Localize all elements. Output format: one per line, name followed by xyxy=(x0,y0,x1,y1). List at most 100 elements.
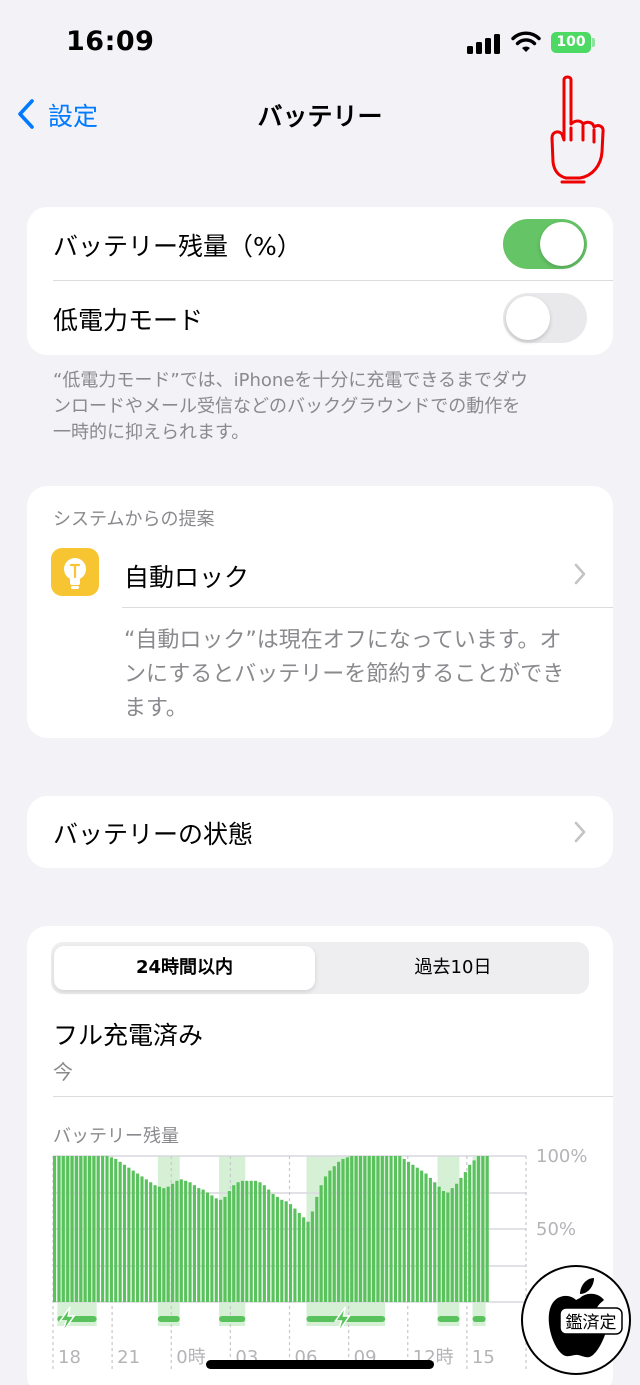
battery-bar-85 xyxy=(424,1173,428,1302)
battery-bar-52 xyxy=(280,1199,284,1302)
battery-bar-74 xyxy=(376,1156,380,1302)
battery-bar-36 xyxy=(210,1195,214,1302)
battery-bar-90 xyxy=(446,1192,450,1302)
battery-bar-17 xyxy=(127,1167,131,1302)
battery-bar-48 xyxy=(262,1185,266,1302)
chevron-right-icon[interactable] xyxy=(573,820,587,844)
battery-bar-86 xyxy=(428,1177,432,1302)
battery-bar-43 xyxy=(240,1180,245,1302)
battery-bar-1 xyxy=(57,1156,61,1302)
battery-bar-15 xyxy=(118,1161,122,1302)
home-indicator xyxy=(206,1360,434,1369)
battery-bar-62 xyxy=(323,1176,328,1302)
battery-bar-91 xyxy=(450,1188,454,1302)
x-tick-label: 0時 xyxy=(176,1347,205,1368)
battery-bar-65 xyxy=(337,1161,341,1302)
battery-bar-76 xyxy=(385,1156,389,1302)
battery-bar-40 xyxy=(227,1191,231,1302)
suggestions-header: システムからの提案 xyxy=(53,509,215,530)
battery-bar-82 xyxy=(411,1164,415,1302)
battery-bar-33 xyxy=(197,1188,201,1302)
battery-bar-55 xyxy=(293,1208,297,1302)
battery-icon: 100 xyxy=(551,32,591,53)
battery-bar-58 xyxy=(306,1221,310,1302)
chevron-right-icon[interactable] xyxy=(573,562,587,586)
battery-bar-29 xyxy=(179,1179,183,1302)
battery-bar-0 xyxy=(53,1156,57,1302)
battery-bar-32 xyxy=(192,1185,196,1302)
battery-bar-94 xyxy=(463,1172,467,1302)
auto-lock-row[interactable]: 自動ロック xyxy=(124,558,249,594)
battery-bar-24 xyxy=(157,1186,162,1302)
battery-bar-99 xyxy=(485,1156,489,1302)
battery-bar-64 xyxy=(332,1166,336,1302)
charge-status: フル充電済み xyxy=(53,1021,204,1050)
tab-24-hours[interactable]: 24時間以内 xyxy=(54,946,315,990)
battery-bar-39 xyxy=(223,1196,227,1302)
battery-bar-16 xyxy=(122,1164,127,1302)
battery-bar-66 xyxy=(341,1158,345,1302)
lightbulb-icon xyxy=(64,558,86,589)
battery-level: 100 xyxy=(556,34,586,50)
battery-bar-56 xyxy=(297,1212,301,1302)
y-tick-label: 100% xyxy=(536,1146,587,1167)
battery-bar-21 xyxy=(144,1179,148,1302)
battery-bar-4 xyxy=(70,1156,74,1302)
charging-indicator-5 xyxy=(472,1316,486,1322)
apple-seal-logo: 鑑済定 xyxy=(521,1265,631,1375)
wifi-icon xyxy=(511,31,541,52)
y-tick-label: 50% xyxy=(536,1219,576,1240)
battery-bar-95 xyxy=(468,1164,472,1302)
x-tick-label: 21 xyxy=(117,1347,140,1368)
battery-bar-12 xyxy=(105,1156,109,1302)
battery-bar-8 xyxy=(87,1156,92,1302)
tab-10-days[interactable]: 過去10日 xyxy=(320,946,586,990)
battery-bar-49 xyxy=(267,1189,271,1302)
low-power-footnote: “低電力モード”では、iPhoneを十分に充電できるまでダウ ンロードやメール受… xyxy=(53,370,529,443)
status-time: 16:09 xyxy=(66,26,155,57)
low-power-mode-toggle[interactable] xyxy=(503,293,587,343)
divider xyxy=(53,1096,613,1097)
battery-bar-46 xyxy=(254,1180,258,1302)
x-tick-label: 15 xyxy=(472,1347,495,1368)
auto-lock-app-icon xyxy=(51,548,99,596)
battery-bar-44 xyxy=(245,1180,249,1302)
battery-bar-73 xyxy=(372,1156,376,1302)
battery-bar-42 xyxy=(236,1182,240,1302)
battery-bar-72 xyxy=(367,1156,371,1302)
battery-bar-37 xyxy=(214,1198,218,1302)
battery-bar-38 xyxy=(219,1199,223,1302)
battery-bar-53 xyxy=(284,1201,288,1302)
battery-bar-20 xyxy=(140,1176,144,1302)
battery-bar-68 xyxy=(350,1156,354,1302)
battery-bar-22 xyxy=(149,1182,153,1302)
divider xyxy=(122,607,613,608)
battery-bar-79 xyxy=(398,1156,402,1302)
battery-percentage-toggle[interactable] xyxy=(503,219,587,269)
pointing-hand-icon xyxy=(550,75,605,184)
battery-bar-50 xyxy=(271,1193,275,1302)
battery-bar-71 xyxy=(363,1156,367,1302)
battery-bar-51 xyxy=(275,1196,280,1302)
battery-bar-78 xyxy=(393,1156,398,1302)
battery-bar-97 xyxy=(476,1156,481,1302)
battery-bar-89 xyxy=(441,1191,446,1302)
chart-title: バッテリー残量 xyxy=(53,1126,179,1147)
battery-tip xyxy=(592,38,595,47)
charging-indicator-1 xyxy=(157,1316,180,1322)
battery-bar-87 xyxy=(433,1182,437,1302)
battery-bar-27 xyxy=(170,1183,175,1302)
battery-bar-47 xyxy=(258,1182,262,1302)
battery-bar-57 xyxy=(302,1217,306,1302)
auto-lock-description: “自動ロック”は現在オフになっています。オ ンにするとバッテリーを節約することが… xyxy=(124,628,565,721)
battery-bar-18 xyxy=(131,1170,135,1302)
battery-bar-61 xyxy=(319,1185,323,1302)
battery-bar-35 xyxy=(205,1192,210,1302)
battery-health-row[interactable]: バッテリーの状態 xyxy=(53,815,253,851)
battery-bar-63 xyxy=(328,1170,332,1302)
battery-bar-41 xyxy=(232,1185,236,1302)
battery-bar-93 xyxy=(459,1177,463,1302)
battery-bar-7 xyxy=(83,1156,87,1302)
battery-bar-5 xyxy=(74,1156,78,1302)
battery-bar-88 xyxy=(437,1186,441,1302)
